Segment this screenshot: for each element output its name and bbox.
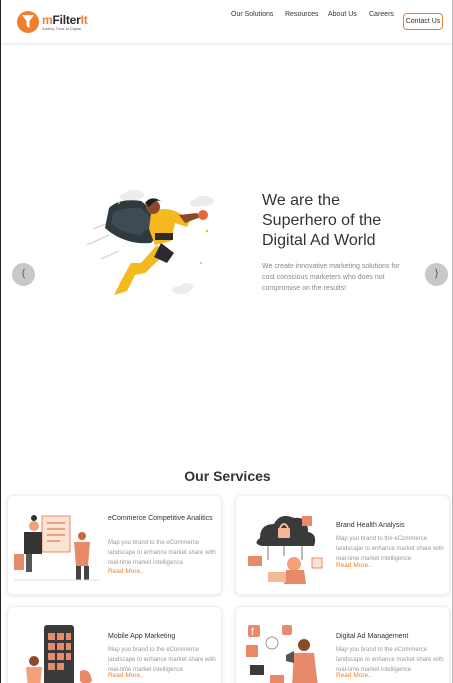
read-more-link[interactable]: Read More.. <box>336 562 372 569</box>
service-card-title: Mobile App Marketing <box>108 633 176 640</box>
mobile-app-marketing-illustration <box>26 625 92 683</box>
page-frame: mFilterIt Adding Trust to Digital Our So… <box>0 0 453 683</box>
site-header: mFilterIt Adding Trust to Digital Our So… <box>1 0 452 43</box>
service-card-description: Map you brand to the eCommerce landscape… <box>336 647 444 673</box>
logo-tagline: Adding Trust to Digital <box>42 25 82 31</box>
service-card-brand-health[interactable]: Brand Health Analysis Map you brand to t… <box>235 495 450 595</box>
chevron-right-icon[interactable]: ⟩ <box>425 263 448 286</box>
services-heading: Our Services <box>184 468 271 484</box>
nav-item-careers[interactable]: Careers <box>369 11 394 18</box>
contact-us-button[interactable]: Contact Us <box>403 13 443 30</box>
hero-title-line: Superhero of the <box>262 212 382 229</box>
hero-title-line: We are the <box>262 192 340 209</box>
service-card-title: eCommerce Competitive Analitics <box>108 515 213 522</box>
logo-name-filter: Filter <box>52 12 81 27</box>
hero-description: We create innovative marketing solutions… <box>262 263 400 292</box>
svg-text:f: f <box>251 627 254 638</box>
logo-name-it: It <box>80 12 88 27</box>
logo-name: mFilterIt <box>42 14 88 26</box>
service-card-description: Map you brand to the eCommerce landscape… <box>108 647 216 673</box>
nav-item-about-us[interactable]: About Us <box>328 11 357 18</box>
chevron-left-icon[interactable]: ⟨ <box>12 263 35 286</box>
hero-fist <box>198 210 208 220</box>
brand-health-illustration <box>248 516 323 584</box>
digital-ad-management-illustration: f <box>246 625 318 683</box>
logo-name-m: m <box>42 12 53 27</box>
hero-belt <box>155 233 173 240</box>
service-card-title: Digital Ad Management <box>336 633 409 640</box>
service-card-description: Map you brand to the eCommerce landscape… <box>336 536 444 562</box>
ecommerce-analytics-illustration <box>14 515 100 581</box>
service-card-digital-ad[interactable]: f Digital Ad Management Map you brand to… <box>235 606 450 683</box>
funnel-logo-icon <box>17 11 39 33</box>
hero-title: We are the Superhero of the Digital Ad W… <box>262 191 422 251</box>
brand-logo[interactable]: mFilterIt Adding Trust to Digital <box>17 10 88 34</box>
logo-wordmark: mFilterIt Adding Trust to Digital <box>42 14 88 31</box>
read-more-link[interactable]: Read More.. <box>336 672 372 679</box>
nav-item-resources[interactable]: Resources <box>285 11 318 18</box>
service-card-mobile-app[interactable]: Mobile App Marketing Map you brand to th… <box>7 606 222 683</box>
service-card-ecommerce[interactable]: eCommerce Competitive Analitics Map you … <box>7 495 222 595</box>
service-card-description: Map you brand to the eCommerce landscape… <box>108 540 216 566</box>
nav-item-our-solutions[interactable]: Our Solutions <box>231 11 273 18</box>
service-card-title: Brand Health Analysis <box>336 522 405 529</box>
hero-title-line: Digital Ad World <box>262 232 376 249</box>
read-more-link[interactable]: Read More.. <box>108 568 144 575</box>
read-more-link[interactable]: Read More.. <box>108 672 144 679</box>
superhero-illustration <box>86 190 214 295</box>
